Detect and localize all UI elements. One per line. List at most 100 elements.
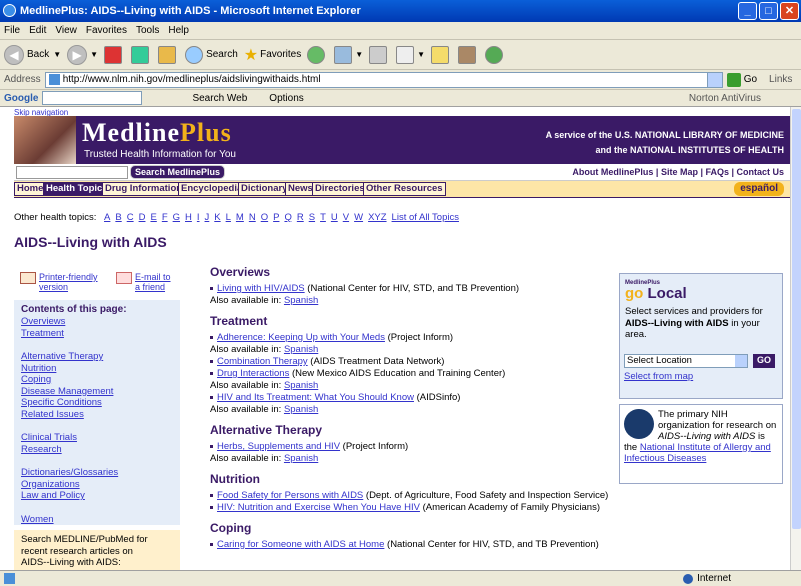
- letter-link[interactable]: Q: [284, 212, 291, 223]
- spanish-link[interactable]: Spanish: [284, 295, 318, 306]
- contents-link[interactable]: Related Issues: [21, 409, 173, 421]
- menu-tools[interactable]: Tools: [136, 25, 159, 36]
- letter-link[interactable]: XYZ: [368, 212, 386, 223]
- contents-link[interactable]: Clinical Trials: [21, 432, 173, 444]
- research-button[interactable]: [458, 45, 479, 64]
- search-medlineplus-button[interactable]: Search MedlinePlus: [130, 165, 226, 179]
- contents-link[interactable]: Alternative Therapy: [21, 351, 173, 363]
- print-button[interactable]: [369, 45, 390, 64]
- forward-button[interactable]: ▶ ▼: [67, 44, 98, 65]
- letter-link[interactable]: M: [236, 212, 244, 223]
- email-friend-link[interactable]: E-mail to a friend: [116, 272, 171, 292]
- google-search-web[interactable]: Search Web: [192, 93, 247, 104]
- spanish-link[interactable]: Spanish: [284, 453, 318, 464]
- resource-link[interactable]: Combination Therapy: [217, 356, 308, 367]
- scroll-thumb[interactable]: [792, 109, 801, 529]
- site-search-input[interactable]: [16, 166, 128, 179]
- contents-link[interactable]: Specific Conditions: [21, 397, 173, 409]
- favorites-button[interactable]: ★ Favorites: [244, 45, 301, 65]
- stop-button[interactable]: [104, 45, 125, 64]
- letter-link[interactable]: L: [226, 212, 231, 223]
- contents-link[interactable]: Overviews: [21, 316, 173, 328]
- contents-link[interactable]: Women: [21, 514, 173, 526]
- contents-link[interactable]: Nutrition: [21, 363, 173, 375]
- back-button[interactable]: ◀ Back ▼: [4, 44, 61, 65]
- refresh-button[interactable]: [131, 45, 152, 64]
- letter-link[interactable]: K: [214, 212, 220, 223]
- address-dropdown-icon[interactable]: [706, 72, 722, 87]
- minimize-button[interactable]: _: [738, 2, 757, 20]
- tab-health-topics[interactable]: Health Topics: [43, 182, 111, 196]
- menu-help[interactable]: Help: [168, 25, 189, 36]
- resource-link[interactable]: Food Safety for Persons with AIDS: [217, 490, 363, 501]
- maximize-button[interactable]: □: [759, 2, 778, 20]
- history-button[interactable]: [307, 45, 328, 64]
- letter-link[interactable]: F: [162, 212, 168, 223]
- links-label[interactable]: Links: [769, 74, 792, 85]
- letter-link[interactable]: B: [115, 212, 121, 223]
- contents-link[interactable]: Coping: [21, 374, 173, 386]
- contents-link[interactable]: Disease Management: [21, 386, 173, 398]
- letter-link[interactable]: W: [354, 212, 363, 223]
- resource-link[interactable]: HIV and Its Treatment: What You Should K…: [217, 392, 414, 403]
- contents-link[interactable]: Treatment: [21, 328, 173, 340]
- menu-favorites[interactable]: Favorites: [86, 25, 127, 36]
- location-select[interactable]: Select Location: [624, 354, 748, 368]
- tab-drug-information[interactable]: Drug Information: [102, 182, 186, 196]
- spanish-link[interactable]: Spanish: [284, 380, 318, 391]
- letter-link[interactable]: P: [273, 212, 279, 223]
- medlineplus-logo[interactable]: MedlinePlus: [82, 118, 232, 148]
- go-local-go-button[interactable]: GO: [753, 354, 776, 368]
- letter-link[interactable]: J: [205, 212, 210, 223]
- letter-link[interactable]: R: [297, 212, 304, 223]
- close-button[interactable]: ✕: [780, 2, 799, 20]
- home-button[interactable]: [158, 45, 179, 64]
- spanish-link[interactable]: Spanish: [284, 344, 318, 355]
- vertical-scrollbar[interactable]: [790, 107, 801, 570]
- discuss-button[interactable]: [431, 45, 452, 64]
- tab-other-resources[interactable]: Other Resources: [363, 182, 446, 196]
- tab-encyclopedia[interactable]: Encyclopedia: [178, 182, 246, 196]
- letter-link[interactable]: S: [309, 212, 315, 223]
- resource-link[interactable]: Adherence: Keeping Up with Your Meds: [217, 332, 385, 343]
- letter-link[interactable]: T: [320, 212, 326, 223]
- resource-link[interactable]: Drug Interactions: [217, 368, 289, 379]
- norton-antivirus[interactable]: Norton AntiVirus: [689, 93, 761, 104]
- letter-link[interactable]: V: [343, 212, 349, 223]
- resource-link[interactable]: Herbs, Supplements and HIV: [217, 441, 340, 452]
- letter-link[interactable]: I: [197, 212, 200, 223]
- all-topics-link[interactable]: List of All Topics: [392, 212, 459, 223]
- letter-link[interactable]: E: [150, 212, 156, 223]
- tab-home[interactable]: Home: [14, 182, 47, 196]
- tab-directories[interactable]: Directories: [312, 182, 368, 196]
- resource-link[interactable]: HIV: Nutrition and Exercise When You Hav…: [217, 502, 420, 513]
- resource-link[interactable]: Living with HIV/AIDS: [217, 283, 305, 294]
- letter-link[interactable]: O: [261, 212, 268, 223]
- google-options[interactable]: Options: [269, 93, 303, 104]
- letter-link[interactable]: N: [249, 212, 256, 223]
- edit-button[interactable]: ▼: [396, 45, 425, 64]
- select-from-map-link[interactable]: Select from map: [624, 371, 693, 382]
- letter-link[interactable]: D: [139, 212, 146, 223]
- google-search-input[interactable]: [42, 91, 143, 105]
- letter-link[interactable]: G: [173, 212, 180, 223]
- letter-link[interactable]: C: [127, 212, 134, 223]
- letter-link[interactable]: A: [104, 212, 110, 223]
- go-button[interactable]: Go: [726, 72, 757, 87]
- mail-button[interactable]: ▼: [334, 45, 363, 64]
- contents-link[interactable]: Research: [21, 444, 173, 456]
- contents-link[interactable]: Organizations: [21, 479, 173, 491]
- google-logo[interactable]: Google: [4, 93, 38, 104]
- tab-dictionary[interactable]: Dictionary: [238, 182, 291, 196]
- niaid-link[interactable]: National Institute of Allergy and Infect…: [624, 442, 771, 464]
- menu-file[interactable]: File: [4, 25, 20, 36]
- contents-link[interactable]: Dictionaries/Glossaries: [21, 467, 173, 479]
- address-input[interactable]: http://www.nlm.nih.gov/medlineplus/aidsl…: [44, 71, 723, 88]
- menu-view[interactable]: View: [55, 25, 77, 36]
- menu-edit[interactable]: Edit: [29, 25, 46, 36]
- resource-link[interactable]: Caring for Someone with AIDS at Home: [217, 539, 384, 550]
- espanol-button[interactable]: español: [734, 182, 784, 196]
- letter-link[interactable]: H: [185, 212, 192, 223]
- spanish-link[interactable]: Spanish: [284, 404, 318, 415]
- top-links[interactable]: About MedlinePlus | Site Map | FAQs | Co…: [572, 167, 784, 177]
